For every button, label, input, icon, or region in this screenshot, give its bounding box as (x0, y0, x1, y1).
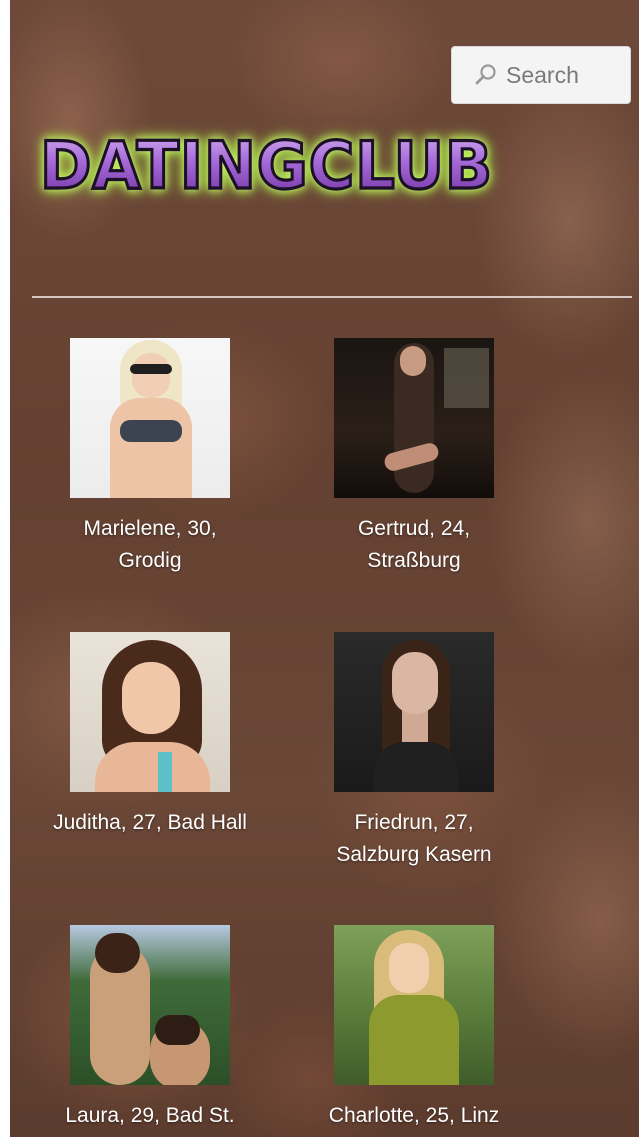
profile-photo[interactable] (334, 925, 494, 1085)
profile-name-age: Juditha, 27, Bad Hall (53, 811, 247, 834)
profile-name-age: Marielene, 30, (83, 517, 217, 540)
profile-name-age: Friedrun, 27, (354, 811, 474, 834)
profile-location: Straßburg (367, 549, 461, 572)
profile-card[interactable]: Friedrun, 27, Salzburg Kasern (284, 632, 544, 871)
profile-caption[interactable]: Juditha, 27, Bad Hall (20, 807, 280, 839)
profile-card[interactable]: Charlotte, 25, Linz (284, 925, 544, 1132)
profile-caption[interactable]: Gertrud, 24, Straßburg (284, 513, 544, 577)
profile-name-age: Laura, 29, Bad St. (65, 1104, 235, 1127)
profile-location: Grodig (118, 549, 182, 572)
profile-location: Salzburg Kasern (336, 843, 492, 866)
profile-card[interactable]: Juditha, 27, Bad Hall (20, 632, 280, 839)
profile-photo[interactable] (70, 925, 230, 1085)
profile-caption[interactable]: Charlotte, 25, Linz (284, 1100, 544, 1132)
header-divider (32, 296, 632, 298)
search-icon (475, 64, 496, 85)
profile-card[interactable]: Gertrud, 24, Straßburg (284, 338, 544, 577)
site-logo[interactable]: DATINGCLUB (38, 120, 510, 210)
profile-caption[interactable]: Marielene, 30, Grodig (20, 513, 280, 577)
profile-caption[interactable]: Friedrun, 27, Salzburg Kasern (284, 807, 544, 871)
profile-photo[interactable] (334, 338, 494, 498)
profile-name-age: Charlotte, 25, Linz (328, 1104, 500, 1127)
profile-photo[interactable] (334, 632, 494, 792)
profile-photo[interactable] (70, 632, 230, 792)
profile-caption[interactable]: Laura, 29, Bad St. (20, 1100, 280, 1132)
profile-card[interactable]: Marielene, 30, Grodig (20, 338, 280, 577)
search-placeholder: Search (506, 61, 579, 88)
profile-card[interactable]: Laura, 29, Bad St. (20, 925, 280, 1132)
logo-text: DATINGCLUB (38, 125, 494, 205)
search-box[interactable]: Search (451, 46, 631, 104)
profile-photo[interactable] (70, 338, 230, 498)
profile-name-age: Gertrud, 24, (357, 517, 471, 540)
left-edge-strip (0, 0, 10, 1137)
